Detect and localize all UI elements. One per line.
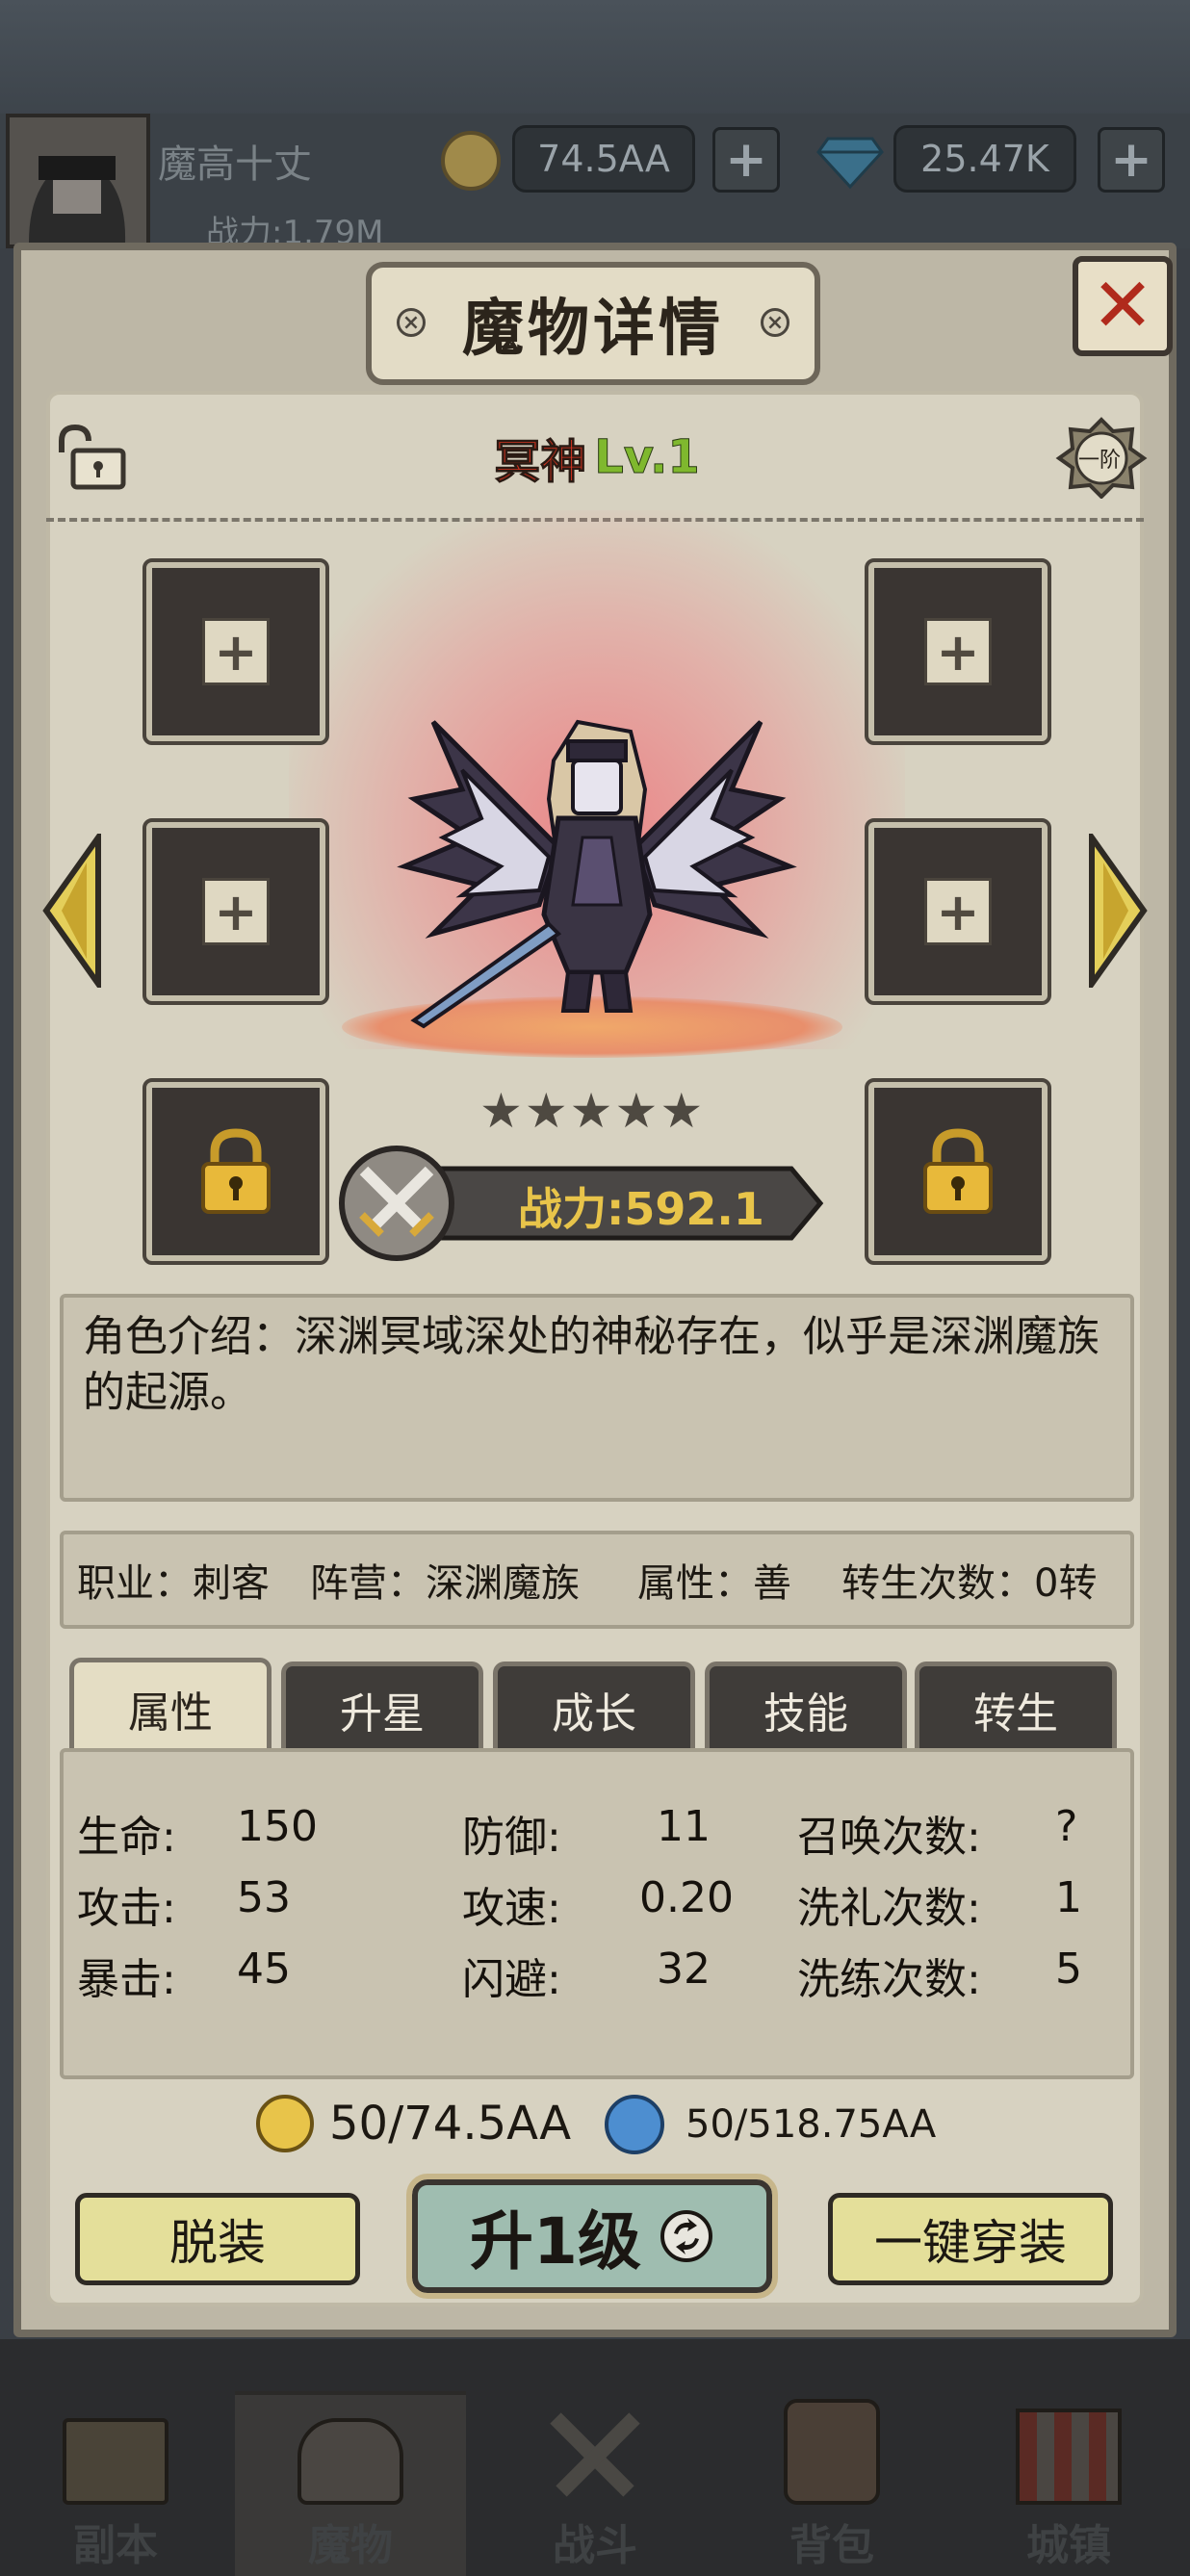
gold-coin-icon: [256, 2095, 314, 2152]
player-avatar[interactable]: [6, 114, 150, 248]
attack-value: 53: [237, 1873, 291, 1922]
nav-battle[interactable]: 战斗: [479, 2391, 711, 2576]
camp-label: 阵营：深渊魔族: [310, 1561, 580, 1606]
essence-cost: 50/518.75AA: [686, 2102, 937, 2147]
nav-monsters-label: 魔物: [308, 2521, 393, 2570]
evasion-value: 32: [657, 1945, 711, 1994]
nav-town-label: 城镇: [1026, 2521, 1111, 2570]
attack-speed-value: 0.20: [639, 1873, 734, 1922]
nav-town[interactable]: 城镇: [953, 2391, 1184, 2576]
padlock-icon: [923, 1128, 993, 1214]
essence-icon: [605, 2095, 664, 2154]
tab-growth[interactable]: 成长: [493, 1662, 695, 1752]
nav-dungeon[interactable]: 副本: [0, 2391, 231, 2576]
star-icon: ★: [479, 1083, 523, 1139]
refresh-icon: [659, 2208, 714, 2264]
padlock-icon: [201, 1128, 271, 1214]
defense-value: 11: [657, 1802, 711, 1851]
crit-value: 45: [237, 1945, 291, 1994]
equip-all-button[interactable]: 一键穿装: [828, 2193, 1113, 2285]
baptism-count-value: 1: [1055, 1873, 1082, 1922]
unlock-icon[interactable]: [52, 424, 129, 495]
prev-monster-arrow-icon[interactable]: [42, 828, 101, 993]
tab-skills[interactable]: 技能: [705, 1662, 907, 1752]
baptism-count-label: 洗礼次数:: [797, 1884, 981, 1933]
monster-description: 角色介绍：深渊冥域深处的神秘存在，似乎是深渊魔族的起源。: [60, 1294, 1134, 1502]
nav-dungeon-label: 副本: [73, 2521, 158, 2570]
level-up-cost: 50/74.5AA 50/518.75AA: [252, 2087, 945, 2158]
monster-info-row: 职业：刺客 阵营：深渊魔族 属性：善 转生次数：0转: [60, 1531, 1134, 1629]
attribute-label: 属性：善: [637, 1561, 791, 1606]
equipment-slot[interactable]: +: [865, 558, 1051, 745]
refine-count-value: 5: [1055, 1945, 1082, 1994]
crossed-swords-icon: [550, 2412, 640, 2497]
gold-coin-icon: [441, 131, 501, 191]
map-icon: [63, 2418, 168, 2505]
star-icon: ★: [660, 1083, 704, 1139]
screw-icon: ×: [397, 308, 426, 337]
gem-amount: 25.47K: [893, 125, 1076, 193]
shop-icon: [1016, 2409, 1122, 2505]
panel-title: 魔物详情: [462, 294, 724, 365]
add-gold-button[interactable]: +: [712, 127, 780, 193]
monster-name: 冥神: [494, 435, 587, 490]
hp-label: 生命:: [77, 1813, 176, 1862]
close-button[interactable]: ✕: [1073, 256, 1173, 356]
tab-rebirth[interactable]: 转生: [915, 1662, 1117, 1752]
add-gems-button[interactable]: +: [1098, 127, 1165, 193]
gold-amount: 74.5AA: [512, 125, 695, 193]
equipment-slot[interactable]: +: [142, 558, 329, 745]
monster-name-row: 冥神 Lv.1: [404, 424, 789, 491]
tier-badge: 一阶: [1055, 416, 1148, 500]
tab-attributes[interactable]: 属性: [69, 1658, 272, 1754]
level-up-button[interactable]: 升1级: [406, 2174, 778, 2299]
refine-count-label: 洗练次数:: [797, 1955, 981, 2004]
gold-cost: 50/74.5AA: [329, 2097, 572, 2151]
summon-count-value: ?: [1055, 1802, 1078, 1851]
star-rating: ★ ★ ★ ★ ★: [479, 1086, 720, 1136]
power-bar: 战力:592.1: [339, 1146, 830, 1261]
rebirth-label: 转生次数：0转: [841, 1561, 1098, 1606]
star-icon: ★: [569, 1083, 613, 1139]
nav-backpack-label: 背包: [789, 2521, 874, 2570]
crit-label: 暴击:: [77, 1955, 176, 2004]
star-icon: ★: [524, 1083, 568, 1139]
locked-slot[interactable]: [865, 1078, 1051, 1265]
equipment-slot[interactable]: +: [865, 818, 1051, 1005]
tier-label: 一阶: [1078, 449, 1122, 473]
add-icon: +: [202, 878, 270, 945]
panel-title-plate: 魔物详情: [366, 262, 820, 385]
level-up-label: 升1级: [470, 2204, 641, 2279]
summon-count-label: 召唤次数:: [797, 1813, 981, 1862]
crossed-swords-icon: [339, 1146, 454, 1261]
add-icon: +: [924, 878, 992, 945]
monster-power: 战力:592.1: [518, 1183, 764, 1235]
attack-label: 攻击:: [77, 1884, 176, 1933]
nav-backpack[interactable]: 背包: [716, 2391, 947, 2576]
diamond-icon: [816, 135, 884, 193]
locked-slot[interactable]: [142, 1078, 329, 1265]
add-icon: +: [202, 618, 270, 685]
monster-helmet-icon: [298, 2418, 403, 2505]
player-name: 魔高十丈: [158, 142, 312, 187]
stats-panel: 生命: 150 攻击: 53 暴击: 45 防御: 11 攻速: 0.20 闪避…: [60, 1748, 1134, 2079]
equipment-slot[interactable]: +: [142, 818, 329, 1005]
star-icon: ★: [614, 1083, 659, 1139]
attack-speed-label: 攻速:: [462, 1884, 561, 1933]
unequip-button[interactable]: 脱装: [75, 2193, 360, 2285]
nav-battle-label: 战斗: [553, 2521, 637, 2570]
hp-value: 150: [237, 1802, 318, 1851]
nav-monsters[interactable]: 魔物: [235, 2391, 466, 2576]
tab-star-up[interactable]: 升星: [281, 1662, 483, 1752]
monster-level: Lv.1: [594, 430, 701, 485]
monster-portrait: [395, 703, 799, 1030]
next-monster-arrow-icon[interactable]: [1088, 828, 1148, 993]
backpack-icon: [784, 2399, 880, 2505]
add-icon: +: [924, 618, 992, 685]
screw-icon: ×: [761, 308, 789, 337]
defense-label: 防御:: [462, 1813, 561, 1862]
evasion-label: 闪避:: [462, 1955, 561, 2004]
job-label: 职业：刺客: [77, 1561, 270, 1606]
top-background: [0, 0, 1190, 116]
